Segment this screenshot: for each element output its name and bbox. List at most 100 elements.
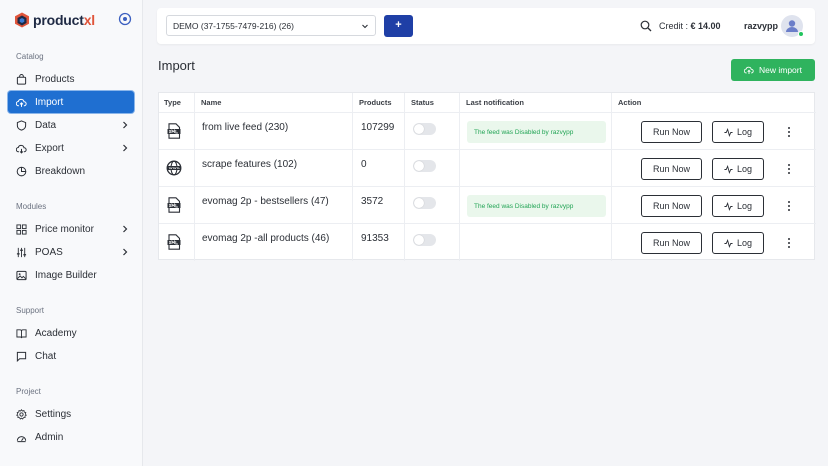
sidebar-item-label: POAS: [35, 246, 63, 258]
log-label: Log: [736, 164, 753, 174]
more-options-icon[interactable]: [786, 237, 792, 249]
xml-file-icon: [167, 234, 181, 250]
feed-name[interactable]: from live feed (230): [202, 122, 288, 133]
section-label-support: Support: [16, 306, 45, 315]
sidebar-item-products[interactable]: Products: [8, 68, 134, 90]
notification-badge: The feed was Disabled by razvypp: [467, 195, 606, 217]
sidebar-item-price-monitor[interactable]: Price monitor: [8, 218, 134, 240]
log-button[interactable]: Log: [712, 232, 764, 254]
log-button[interactable]: Log: [712, 195, 764, 217]
grid-icon: [16, 223, 27, 235]
sidebar-item-poas[interactable]: POAS: [8, 241, 134, 263]
feed-name[interactable]: evomag 2p -all products (46): [202, 233, 329, 244]
sidebar-item-label: Image Builder: [35, 269, 97, 281]
chat-icon: [16, 351, 27, 362]
import-table: Type Name Products Status Last notificat…: [158, 92, 816, 261]
sidebar-item-label: Settings: [35, 408, 72, 420]
search-icon[interactable]: [640, 20, 652, 32]
xml-file-icon: [167, 123, 181, 139]
xml-file-icon: [167, 197, 181, 213]
run-now-button[interactable]: Run Now: [641, 232, 702, 254]
credit-label: Credit :: [659, 21, 689, 31]
gear-icon: [16, 408, 27, 420]
sidebar-item-label: Admin: [35, 431, 64, 443]
section-label-modules: Modules: [16, 202, 47, 211]
sidebar-item-label: Price monitor: [35, 223, 94, 235]
sidebar-item-breakdown[interactable]: Breakdown: [8, 160, 134, 182]
log-button[interactable]: Log: [712, 158, 764, 180]
column-header-type: Type: [164, 98, 181, 107]
brand-logo[interactable]: productxl: [14, 11, 134, 29]
sidebar-item-import[interactable]: Import: [8, 91, 134, 113]
sidebar-item-academy[interactable]: Academy: [8, 322, 134, 344]
collapse-sidebar-icon[interactable]: [118, 12, 132, 26]
sidebar-item-chat[interactable]: Chat: [8, 345, 134, 367]
more-options-icon[interactable]: [786, 126, 792, 138]
log-label: Log: [736, 127, 753, 137]
sidebar: productxl Catalog Products Import Data E…: [0, 0, 143, 466]
sidebar-item-label: Import: [35, 96, 64, 108]
cloud-upload-icon: [16, 98, 27, 107]
sidebar-item-label: Export: [35, 142, 64, 154]
activity-icon: [724, 201, 733, 211]
column-header-action: Action: [618, 98, 642, 107]
sidebar-item-admin[interactable]: Admin: [8, 426, 134, 448]
status-toggle[interactable]: [413, 160, 436, 172]
run-now-button[interactable]: Run Now: [641, 195, 702, 217]
table-row: evomag 2p -all products (46) 91353 Run N…: [159, 224, 816, 261]
pie-chart-icon: [16, 166, 27, 176]
log-button[interactable]: Log: [712, 121, 764, 143]
activity-icon: [724, 164, 733, 174]
sidebar-item-export[interactable]: Export: [8, 137, 134, 159]
avatar[interactable]: [781, 15, 804, 37]
shield-icon: [16, 119, 27, 131]
chevron-right-icon: [123, 121, 128, 129]
sidebar-item-image-builder[interactable]: Image Builder: [8, 264, 134, 286]
column-header-products: Products: [359, 98, 392, 107]
more-options-icon[interactable]: [786, 200, 792, 212]
sliders-icon: [16, 247, 27, 257]
sidebar-item-settings[interactable]: Settings: [8, 403, 134, 425]
chevron-right-icon: [123, 144, 128, 152]
toggle-knob: [414, 235, 424, 245]
more-options-icon[interactable]: [786, 163, 792, 175]
products-count: 91353: [361, 233, 389, 244]
products-count: 0: [361, 159, 367, 170]
run-now-button[interactable]: Run Now: [641, 121, 702, 143]
toggle-knob: [414, 124, 424, 134]
status-toggle[interactable]: [413, 234, 436, 246]
sidebar-item-label: Academy: [35, 327, 77, 339]
new-import-button[interactable]: New import: [731, 59, 815, 81]
cloud-download-icon: [16, 144, 27, 154]
username[interactable]: razvypp: [744, 21, 778, 31]
globe-icon: [166, 160, 182, 176]
sidebar-item-label: Products: [35, 73, 75, 85]
column-header-status: Status: [411, 98, 434, 107]
status-toggle[interactable]: [413, 197, 436, 209]
feed-select[interactable]: DEMO (37-1755-7479-216) (26): [166, 15, 376, 36]
column-header-last-notification: Last notification: [466, 98, 524, 107]
credit-display: Credit : € 14.00: [659, 21, 721, 31]
page-title: Import: [158, 58, 195, 73]
activity-icon: [724, 238, 733, 248]
sidebar-item-label: Chat: [35, 350, 57, 362]
sidebar-item-label: Data: [35, 119, 57, 131]
table-row: evomag 2p - bestsellers (47) 3572 The fe…: [159, 187, 816, 224]
sidebar-item-data[interactable]: Data: [8, 114, 134, 136]
sidebar-item-label: Breakdown: [35, 165, 86, 177]
toggle-knob: [414, 198, 424, 208]
notification-badge: The feed was Disabled by razvypp: [467, 121, 606, 143]
log-label: Log: [736, 201, 753, 211]
run-now-button[interactable]: Run Now: [641, 158, 702, 180]
add-button[interactable]: +: [384, 15, 413, 37]
book-icon: [16, 328, 27, 338]
status-toggle[interactable]: [413, 123, 436, 135]
feed-name[interactable]: scrape features (102): [202, 159, 297, 170]
section-label-project: Project: [16, 387, 41, 396]
feed-select-value: DEMO (37-1755-7479-216) (26): [173, 21, 294, 31]
brand-name: product: [33, 12, 84, 28]
image-icon: [16, 270, 27, 280]
chevron-right-icon: [123, 248, 128, 256]
table-row: scrape features (102) 0 Run Now Log: [159, 150, 816, 187]
feed-name[interactable]: evomag 2p - bestsellers (47): [202, 196, 329, 207]
